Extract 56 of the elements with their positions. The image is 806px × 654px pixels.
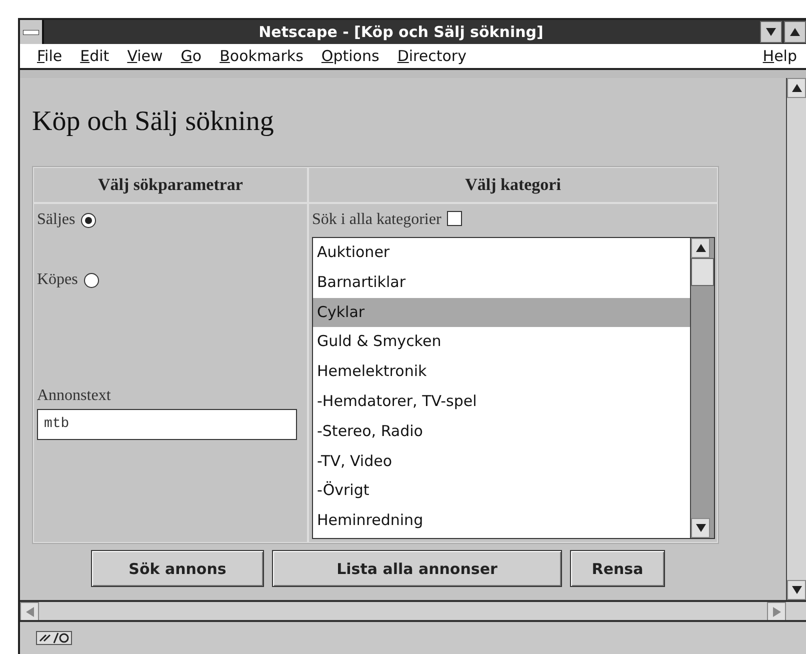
bar-icon <box>23 30 39 34</box>
form-button[interactable]: Sök annons <box>91 550 264 587</box>
scroll-left-button[interactable] <box>20 602 39 622</box>
menu-item[interactable]: Bookmarks <box>210 47 312 65</box>
menu-item[interactable]: Edit <box>71 47 118 65</box>
input-field[interactable]: mtb <box>37 409 297 440</box>
up-arrow-icon <box>790 28 800 36</box>
list-item[interactable]: Heminredning <box>313 506 690 536</box>
down-arrow-icon <box>792 586 802 594</box>
radio-label: Köpes <box>37 271 78 289</box>
scroll-thumb[interactable] <box>691 258 714 286</box>
form-button[interactable]: Lista alla annonser <box>272 550 562 587</box>
column-heading: Välj sökparametrar <box>33 167 308 203</box>
list-item[interactable]: -Övrigt <box>313 476 690 506</box>
menu-item[interactable]: Help <box>754 47 806 65</box>
scroll-down-button[interactable] <box>691 518 710 538</box>
menu-item[interactable]: Go <box>172 47 211 65</box>
up-arrow-icon <box>792 84 802 92</box>
menu-item[interactable]: File <box>28 47 72 65</box>
scroll-up-button[interactable] <box>691 238 710 258</box>
list-item[interactable]: Guld & Smycken <box>313 327 690 358</box>
system-menu-button[interactable] <box>20 20 44 44</box>
right-arrow-icon <box>772 607 780 617</box>
column-heading: Välj kategori <box>308 167 718 203</box>
list-item[interactable]: Auktioner <box>313 238 690 268</box>
scroll-right-button[interactable] <box>767 602 786 622</box>
horizontal-scrollbar[interactable] <box>20 600 806 620</box>
page-heading: Köp och Sälj sökning <box>32 106 275 138</box>
menu-item[interactable]: View <box>118 47 172 65</box>
minimize-button[interactable] <box>760 21 782 43</box>
list-item[interactable]: Barnartiklar <box>313 268 690 298</box>
radio-button[interactable] <box>84 273 99 288</box>
category-list[interactable]: Auktioner Barnartiklar Cyklar Guld & Smycken Hemelektronik -Hemdatorer, TV-spel -Stereo, Radio -TV, Video -Övrigt Heminredning <box>312 237 715 539</box>
scroll-up-button[interactable] <box>787 78 806 98</box>
menu-item[interactable]: Directory <box>388 47 476 65</box>
radio-label: Säljes <box>37 211 76 229</box>
list-item[interactable]: Hemelektronik <box>313 357 690 387</box>
radio-button[interactable] <box>81 213 96 228</box>
down-arrow-icon <box>766 28 776 36</box>
checkbox-label: Sök i alla kategorier <box>312 211 442 229</box>
checkbox[interactable] <box>447 211 462 226</box>
down-arrow-icon <box>696 524 706 532</box>
list-item[interactable]: -Hemdatorer, TV-spel <box>313 386 690 417</box>
list-item[interactable]: -Stereo, Radio <box>313 416 690 447</box>
vertical-scrollbar[interactable] <box>786 78 806 600</box>
maximize-button[interactable] <box>784 21 806 43</box>
field-label: Annonstext <box>37 387 112 405</box>
up-arrow-icon <box>696 244 706 252</box>
form-button[interactable]: Rensa <box>570 550 665 587</box>
scroll-down-button[interactable] <box>787 580 806 600</box>
list-item[interactable]: Cyklar <box>313 298 690 328</box>
list-item[interactable]: -TV, Video <box>313 446 690 476</box>
menu-item[interactable]: Options <box>312 47 388 65</box>
left-arrow-icon <box>26 607 34 617</box>
list-scrollbar[interactable] <box>690 238 714 538</box>
window-title: Netscape - [Köp och Sälj sökning] <box>258 23 544 41</box>
